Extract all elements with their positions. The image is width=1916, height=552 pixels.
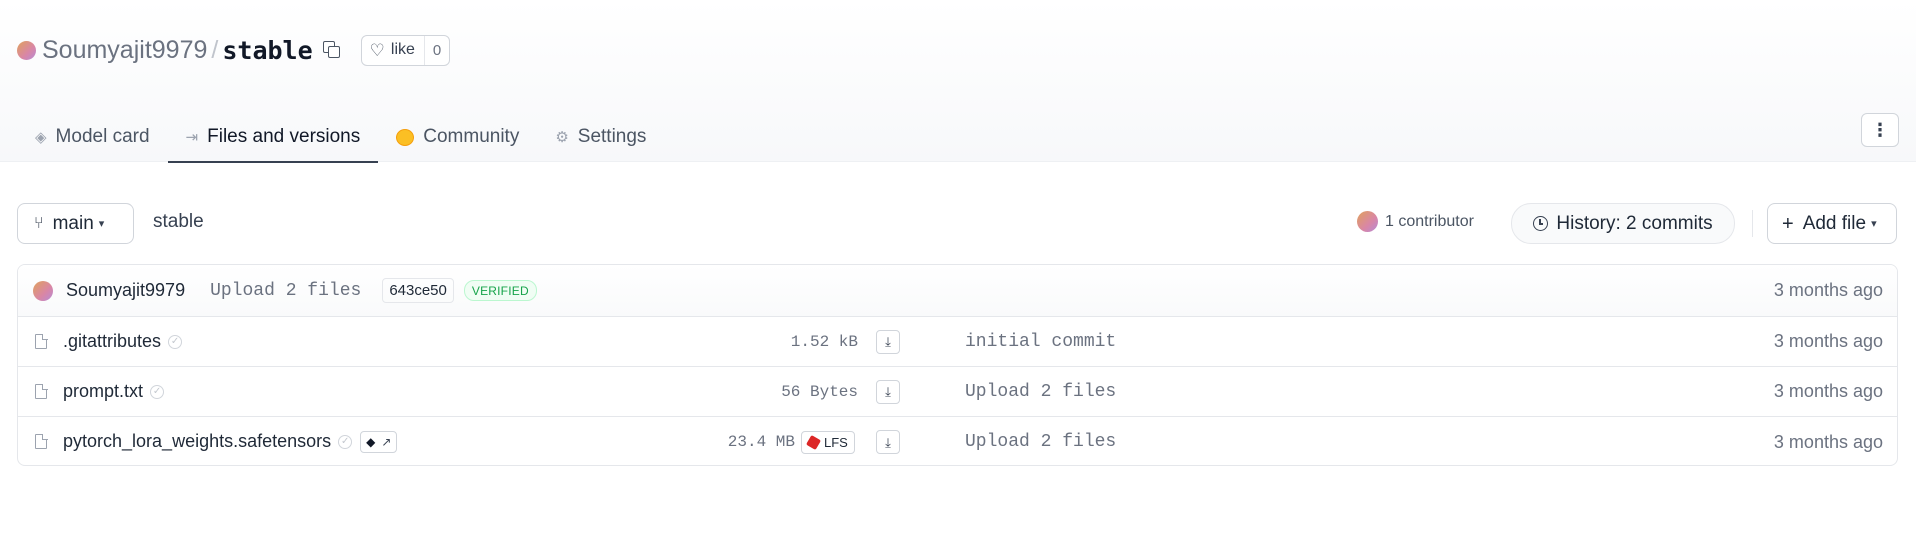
copy-icon[interactable] [322, 41, 341, 59]
lfs-badge: LFS [801, 430, 855, 454]
file-icon [35, 383, 48, 399]
like-label: like [390, 41, 415, 58]
lfs-cube-icon [805, 434, 822, 450]
chevron-down-icon: ▾ [1871, 218, 1877, 230]
chevron-down-icon: ▾ [98, 218, 105, 230]
file-commit-message[interactable]: initial commit [965, 332, 1116, 352]
plus-icon: + [1782, 212, 1794, 235]
verified-badge: VERIFIED [463, 280, 537, 301]
file-size: 56 Bytes [781, 382, 858, 401]
file-size: 23.4 MB [727, 433, 795, 451]
safetensors-viewer-button[interactable]: ◆ ↗ [360, 431, 398, 454]
clock-icon [1533, 216, 1549, 231]
files-icon: ⇥ [185, 128, 199, 146]
tab-settings[interactable]: ⚙ Settings [537, 112, 664, 162]
repo-owner-link[interactable]: Soumyajit9979 [42, 36, 207, 65]
file-time: 3 months ago [1773, 431, 1883, 452]
download-button[interactable]: ⤓ [876, 329, 900, 354]
history-label: History: 2 commits [1556, 212, 1713, 234]
commit-message[interactable]: Upload 2 files [210, 281, 361, 301]
toolbar-divider [1752, 210, 1753, 237]
shield-check-icon: ✓ [168, 335, 183, 350]
tab-community[interactable]: Community [378, 112, 537, 162]
commit-author[interactable]: Soumyajit9979 [66, 280, 185, 301]
more-options-button[interactable]: ⋮ [1861, 113, 1899, 147]
shield-check-icon: ✓ [150, 385, 165, 400]
file-name-cell: .gitattributes ✓ [63, 331, 183, 352]
repo-title-row: Soumyajit9979 / stable ♡ like 0 [17, 34, 451, 66]
download-button[interactable]: ⤓ [876, 430, 900, 454]
file-name-link[interactable]: .gitattributes [63, 331, 161, 351]
table-row: .gitattributes ✓ 1.52 kB ⤓ initial commit… [18, 317, 1897, 367]
file-time: 3 months ago [1773, 381, 1883, 401]
tab-files-and-versions[interactable]: ⇥ Files and versions [167, 112, 379, 163]
file-name-cell: prompt.txt ✓ [63, 381, 165, 402]
tab-model-card[interactable]: ◈ Model card [17, 112, 168, 162]
history-button[interactable]: History: 2 commits [1511, 203, 1735, 244]
repo-name-link[interactable]: stable [222, 36, 312, 65]
shield-check-icon: ✓ [338, 435, 353, 450]
file-name-cell: pytorch_lora_weights.safetensors ✓ ◆ ↗ [63, 431, 398, 454]
tab-label: Files and versions [207, 126, 361, 147]
breadcrumb[interactable]: stable [153, 211, 204, 233]
add-file-button[interactable]: + Add file ▾ [1767, 203, 1897, 244]
git-branch-icon: ⑂ [34, 214, 44, 232]
external-arrow-icon: ↗ [381, 435, 392, 450]
table-row: pytorch_lora_weights.safetensors ✓ ◆ ↗ 23.4… [18, 417, 1897, 465]
gear-icon: ⚙ [555, 128, 569, 146]
contributors-label: 1 contributor [1385, 212, 1474, 230]
add-file-label: Add file [1802, 212, 1867, 234]
file-icon [35, 333, 48, 349]
repo-separator: / [211, 35, 219, 64]
lfs-label: LFS [824, 434, 848, 450]
tab-label: Model card [55, 126, 150, 147]
download-icon: ⤓ [885, 384, 891, 399]
commit-author-avatar[interactable] [33, 280, 53, 301]
file-table: Soumyajit9979 Upload 2 files 643ce50 VER… [17, 264, 1898, 466]
tab-label: Community [423, 126, 520, 147]
file-name-link[interactable]: prompt.txt [63, 381, 143, 401]
contributor-avatar [1357, 211, 1378, 232]
file-icon [35, 433, 48, 449]
file-time: 3 months ago [1773, 331, 1883, 351]
download-button[interactable]: ⤓ [876, 379, 900, 404]
repo-tabs: ◈ Model card ⇥ Files and versions Commun… [17, 112, 664, 163]
repo-header: Soumyajit9979 / stable ♡ like 0 ◈ Model … [0, 0, 1916, 163]
file-size: 1.52 kB [790, 332, 858, 351]
file-commit-message[interactable]: Upload 2 files [965, 382, 1116, 402]
table-row: prompt.txt ✓ 56 Bytes ⤓ Upload 2 files 3 … [18, 367, 1897, 417]
download-icon: ⤓ [885, 334, 891, 349]
commit-hash[interactable]: 643ce50 [382, 278, 454, 303]
vertical-dots-icon: ⋮ [1871, 119, 1889, 140]
contributors-link[interactable]: 1 contributor [1357, 211, 1474, 232]
branch-label: main [52, 212, 94, 234]
like-button[interactable]: ♡ like 0 [360, 34, 451, 66]
hug-icon [396, 128, 415, 146]
cube-icon: ◈ [35, 128, 47, 146]
layers-icon: ◆ [366, 435, 376, 450]
commit-time: 3 months ago [1773, 280, 1883, 300]
heart-icon: ♡ [369, 40, 385, 60]
tab-label: Settings [577, 126, 647, 147]
owner-avatar[interactable] [17, 40, 36, 60]
last-commit-row: Soumyajit9979 Upload 2 files 643ce50 VER… [18, 265, 1897, 317]
file-commit-message[interactable]: Upload 2 files [965, 432, 1116, 452]
branch-selector[interactable]: ⑂ main ▾ [17, 203, 134, 244]
like-count[interactable]: 0 [423, 35, 449, 65]
download-icon: ⤓ [885, 434, 891, 450]
file-name-link[interactable]: pytorch_lora_weights.safetensors [63, 431, 331, 451]
